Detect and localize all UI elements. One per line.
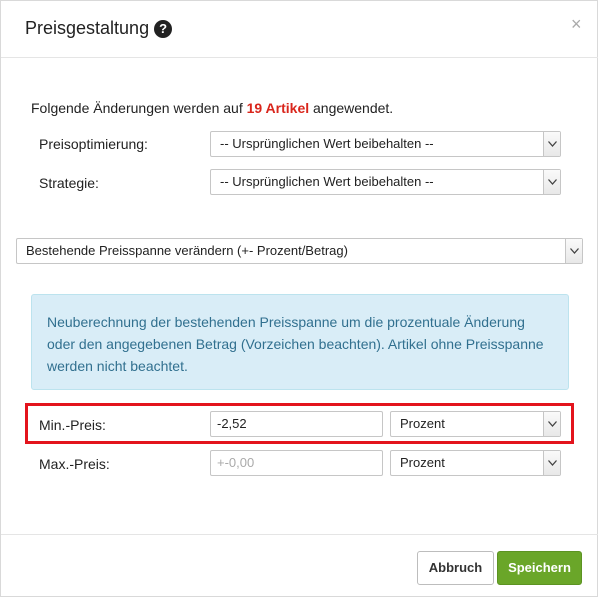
chevron-down-icon: [543, 170, 560, 194]
dialog-footer: Abbruch Speichern: [1, 534, 598, 597]
intro-text: Folgende Änderungen werden auf 19 Artike…: [31, 100, 393, 116]
dialog-title-text: Preisgestaltung: [25, 18, 150, 38]
price-span-mode-value: Bestehende Preisspanne verändern (+- Pro…: [26, 243, 348, 258]
max-price-unit-select[interactable]: Prozent: [390, 450, 561, 476]
dialog-header: Preisgestaltung ? ×: [1, 1, 598, 58]
article-count: 19 Artikel: [246, 100, 310, 116]
price-optimization-select[interactable]: -- Ursprünglichen Wert beibehalten --: [210, 131, 561, 157]
chevron-down-icon: [565, 239, 582, 263]
price-span-mode-select[interactable]: Bestehende Preisspanne verändern (+- Pro…: [16, 238, 583, 264]
pricing-dialog: Preisgestaltung ? × Folgende Änderungen …: [0, 0, 598, 597]
min-price-unit-select[interactable]: Prozent: [390, 411, 561, 437]
chevron-down-icon: [543, 412, 560, 436]
dialog-title: Preisgestaltung ?: [25, 18, 173, 39]
close-icon[interactable]: ×: [571, 14, 582, 34]
max-price-unit-value: Prozent: [400, 455, 445, 470]
intro-suffix: angewendet.: [309, 100, 394, 116]
cancel-button[interactable]: Abbruch: [417, 551, 494, 585]
strategy-value: -- Ursprünglichen Wert beibehalten --: [220, 174, 434, 189]
price-optimization-label: Preisoptimierung:: [39, 136, 148, 152]
min-price-unit-value: Prozent: [400, 416, 445, 431]
min-price-label: Min.-Preis:: [39, 417, 106, 433]
question-circle-icon[interactable]: ?: [154, 19, 173, 38]
min-price-input[interactable]: -2,52: [210, 411, 383, 437]
strategy-label: Strategie:: [39, 175, 99, 191]
save-button[interactable]: Speichern: [497, 551, 582, 585]
max-price-input[interactable]: +-0,00: [210, 450, 383, 476]
chevron-down-icon: [543, 132, 560, 156]
info-box: Neuberechnung der bestehenden Preisspann…: [31, 294, 569, 390]
chevron-down-icon: [543, 451, 560, 475]
price-optimization-value: -- Ursprünglichen Wert beibehalten --: [220, 136, 434, 151]
info-text: Neuberechnung der bestehenden Preisspann…: [47, 314, 544, 374]
intro-prefix: Folgende Änderungen werden auf: [31, 100, 247, 116]
strategy-select[interactable]: -- Ursprünglichen Wert beibehalten --: [210, 169, 561, 195]
max-price-label: Max.-Preis:: [39, 456, 110, 472]
